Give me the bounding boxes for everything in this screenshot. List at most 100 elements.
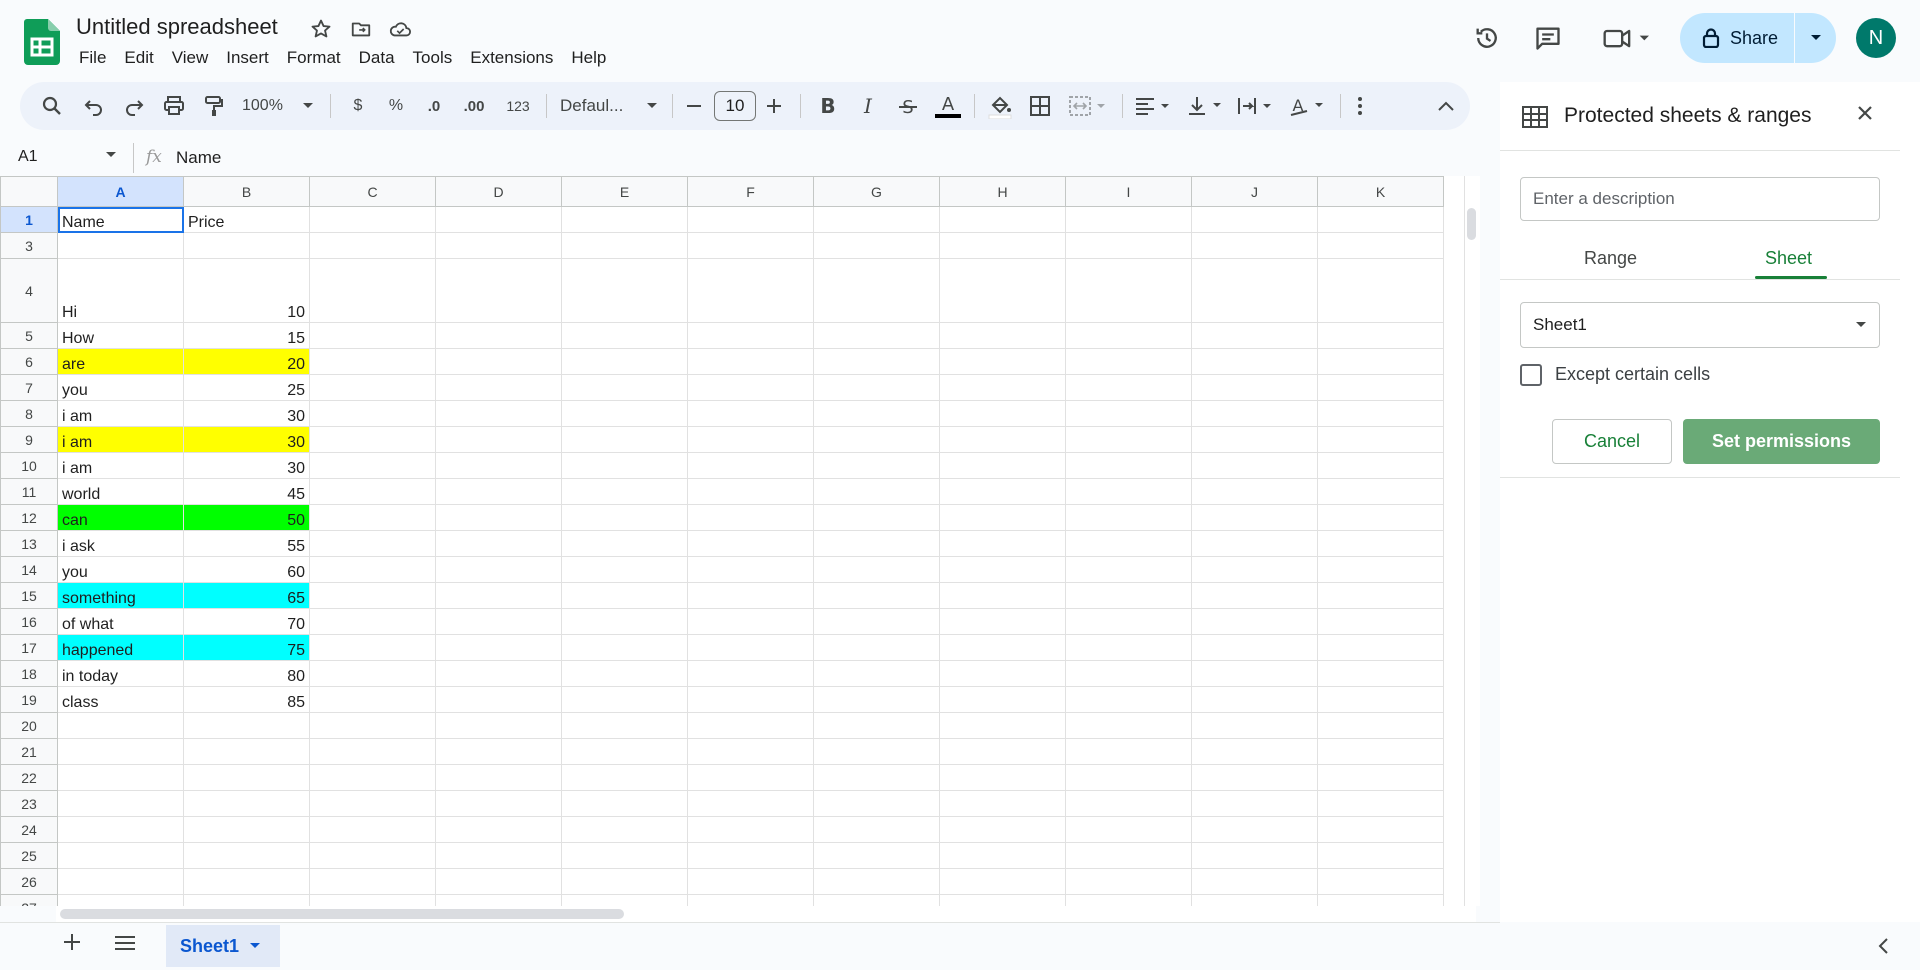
cell-empty[interactable] [939,868,1066,895]
text-wrapping-icon[interactable] [1232,82,1280,130]
cell-empty[interactable] [561,608,688,635]
cell-empty[interactable] [939,686,1066,713]
cell-name[interactable]: How [57,322,184,349]
cell-empty[interactable] [435,478,562,505]
menu-insert[interactable]: Insert [217,46,278,70]
cell-empty[interactable] [1317,582,1444,609]
font-size-input[interactable]: 10 [714,91,756,121]
zoom-select[interactable]: 100% [242,82,292,130]
cell-empty[interactable] [1065,530,1192,557]
cell-price[interactable]: 50 [183,504,310,531]
cell-price[interactable] [183,738,310,765]
cell-empty[interactable] [435,634,562,661]
increase-font-size-icon[interactable] [760,82,788,130]
cell-name[interactable]: i am [57,400,184,427]
cell-name[interactable]: in today [57,660,184,687]
cell-empty[interactable] [1191,322,1318,349]
cell-empty[interactable] [1065,894,1192,906]
cell-empty[interactable] [561,232,688,259]
cell-empty[interactable] [561,452,688,479]
cell-empty[interactable] [687,608,814,635]
cell-empty[interactable] [1191,894,1318,906]
cell-empty[interactable] [939,426,1066,453]
row-header[interactable]: 7 [0,374,58,401]
cell-price[interactable]: 25 [183,374,310,401]
cell-empty[interactable] [309,504,436,531]
paint-format-icon[interactable] [196,82,232,130]
cell-empty[interactable] [309,478,436,505]
cell-empty[interactable] [561,816,688,843]
cell-empty[interactable] [561,556,688,583]
cell-empty[interactable] [1065,322,1192,349]
text-color-icon[interactable]: A [930,82,966,130]
strikethrough-icon[interactable]: S [892,82,924,130]
cell-price[interactable]: 30 [183,426,310,453]
sheets-logo-icon[interactable] [24,19,60,65]
cell-name[interactable] [57,790,184,817]
cell-empty[interactable] [1317,842,1444,869]
cell-empty[interactable] [1317,348,1444,375]
cell-price[interactable]: 30 [183,400,310,427]
formula-input[interactable]: Name [176,148,221,168]
cell-price[interactable] [183,842,310,869]
description-input[interactable] [1520,177,1880,221]
cell-empty[interactable] [1191,790,1318,817]
cell-empty[interactable] [1191,258,1318,323]
cell-empty[interactable] [687,426,814,453]
search-menus-icon[interactable] [34,82,70,130]
cell-empty[interactable] [1317,232,1444,259]
cell-empty[interactable] [1065,374,1192,401]
cell-price[interactable] [183,712,310,739]
cell-empty[interactable] [1065,504,1192,531]
cell-empty[interactable] [813,452,940,479]
cell-empty[interactable] [309,426,436,453]
cell-empty[interactable] [1317,816,1444,843]
cell-empty[interactable] [1065,232,1192,259]
cell-empty[interactable] [435,556,562,583]
collapse-menus-chevron-up-icon[interactable] [1430,82,1462,130]
cell-empty[interactable] [687,764,814,791]
cell-empty[interactable] [309,452,436,479]
cell-empty[interactable] [813,712,940,739]
cell-empty[interactable] [309,582,436,609]
cell-empty[interactable] [687,816,814,843]
cell-empty[interactable] [813,232,940,259]
cell-empty[interactable] [435,894,562,906]
zoom-chevron-down-icon[interactable] [300,82,316,130]
row-header[interactable]: 1 [0,206,58,233]
cell-empty[interactable] [309,206,436,233]
cell-name[interactable]: world [57,478,184,505]
cell-empty[interactable] [939,478,1066,505]
cell-name[interactable] [57,816,184,843]
cell-name[interactable] [57,868,184,895]
borders-icon[interactable] [1022,82,1058,130]
row-header[interactable]: 24 [0,816,58,843]
cell-empty[interactable] [813,258,940,323]
cell-empty[interactable] [1191,232,1318,259]
cell-empty[interactable] [687,582,814,609]
cell-empty[interactable] [561,634,688,661]
account-avatar[interactable]: N [1856,18,1896,58]
cell-empty[interactable] [1065,868,1192,895]
cell-empty[interactable] [309,556,436,583]
column-header-k[interactable]: K [1317,176,1444,207]
cell-empty[interactable] [939,634,1066,661]
cell-empty[interactable] [435,258,562,323]
cell-name[interactable]: you [57,556,184,583]
cell-empty[interactable] [939,322,1066,349]
cell-empty[interactable] [939,556,1066,583]
cell-empty[interactable] [1191,556,1318,583]
menu-format[interactable]: Format [278,46,350,70]
cell-empty[interactable] [939,842,1066,869]
more-formats-button[interactable]: 123 [500,82,536,130]
row-header[interactable]: 15 [0,582,58,609]
cell-empty[interactable] [1065,842,1192,869]
vertical-scrollbar[interactable] [1464,176,1480,906]
cell-empty[interactable] [561,712,688,739]
cell-empty[interactable] [1317,322,1444,349]
cell-empty[interactable] [561,322,688,349]
cell-empty[interactable] [1191,348,1318,375]
cell-empty[interactable] [309,634,436,661]
cell-empty[interactable] [939,374,1066,401]
star-icon[interactable] [308,16,334,42]
